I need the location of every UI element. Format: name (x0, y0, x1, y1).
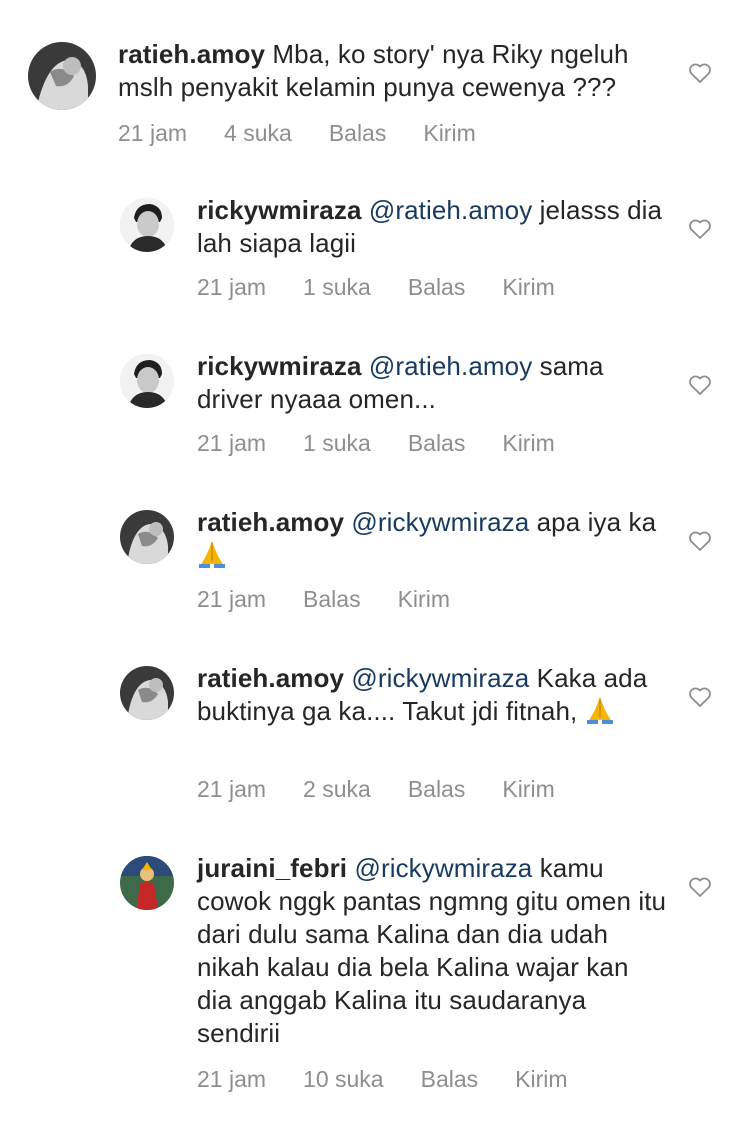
reply-item: rickywmiraza @ratieh.amoy sama driver ny… (0, 351, 750, 464)
avatar[interactable] (120, 510, 174, 564)
comment-username[interactable]: rickywmiraza (197, 351, 362, 381)
comment-mention[interactable]: @rickywmiraza (354, 853, 532, 883)
comment-meta: 21 jam 1 suka Balas Kirim (197, 430, 555, 457)
comment-username[interactable]: ratieh.amoy (197, 663, 344, 693)
comment-body: ratieh.amoy @rickywmiraza apa iya ka (197, 506, 667, 572)
reply-button[interactable]: Balas (421, 1066, 479, 1093)
comment-username[interactable]: ratieh.amoy (118, 39, 265, 69)
reply-button[interactable]: Balas (408, 274, 466, 301)
avatar-image (28, 42, 96, 110)
comment-meta: 21 jam 1 suka Balas Kirim (197, 274, 555, 301)
avatar[interactable] (120, 666, 174, 720)
comment-meta: 21 jam 10 suka Balas Kirim (197, 1066, 568, 1093)
heart-outline-icon[interactable] (688, 374, 712, 396)
heart-outline-icon[interactable] (688, 686, 712, 708)
avatar[interactable] (120, 856, 174, 910)
heart-outline-icon[interactable] (688, 530, 712, 552)
reply-button[interactable]: Balas (408, 776, 466, 803)
comment-username[interactable]: rickywmiraza (197, 195, 362, 225)
comment-time: 21 jam (197, 430, 267, 456)
heart-outline-icon[interactable] (688, 876, 712, 898)
comment-body: rickywmiraza @ratieh.amoy sama driver ny… (197, 350, 667, 416)
comment-username[interactable]: juraini_febri (197, 853, 347, 883)
heart-outline-icon[interactable] (688, 62, 712, 84)
comment-likes[interactable]: 2 suka (303, 776, 371, 803)
reply-button[interactable]: Balas (303, 586, 361, 613)
comment-body: rickywmiraza @ratieh.amoy jelasss dia la… (197, 194, 667, 260)
send-button[interactable]: Kirim (502, 430, 554, 457)
comment-meta: 21 jam 4 suka Balas Kirim (118, 120, 476, 147)
folded-hands-emoji (585, 696, 615, 724)
reply-item: rickywmiraza @ratieh.amoy jelasss dia la… (0, 195, 750, 308)
send-button[interactable]: Kirim (502, 274, 554, 301)
avatar-image (120, 510, 174, 564)
heart-outline-icon[interactable] (688, 218, 712, 240)
comment-meta: 21 jam 2 suka Balas Kirim (197, 776, 555, 803)
comment-mention[interactable]: @rickywmiraza (351, 507, 529, 537)
avatar[interactable] (28, 42, 96, 110)
comment-meta: 21 jam Balas Kirim (197, 586, 450, 613)
reply-item: juraini_febri @rickywmiraza kamu cowok n… (0, 853, 750, 1106)
comment-text: apa iya ka (536, 507, 657, 537)
avatar-image (120, 198, 174, 252)
avatar-image (120, 666, 174, 720)
avatar-image (120, 856, 174, 910)
reply-button[interactable]: Balas (329, 120, 387, 147)
comment-likes[interactable]: 10 suka (303, 1066, 384, 1093)
comment-body: juraini_febri @rickywmiraza kamu cowok n… (197, 852, 667, 1050)
comment-time: 21 jam (197, 1066, 267, 1092)
send-button[interactable]: Kirim (515, 1066, 567, 1093)
comment-item: ratieh.amoy Mba, ko story' nya Riky ngel… (0, 39, 750, 152)
comment-mention[interactable]: @rickywmiraza (351, 663, 529, 693)
reply-item: ratieh.amoy @rickywmiraza Kaka ada bukti… (0, 663, 750, 806)
comment-body: ratieh.amoy Mba, ko story' nya Riky ngel… (118, 38, 670, 104)
folded-hands-emoji (197, 540, 227, 568)
avatar[interactable] (120, 354, 174, 408)
comment-time: 21 jam (118, 120, 188, 146)
reply-button[interactable]: Balas (408, 430, 466, 457)
comment-likes[interactable]: 1 suka (303, 274, 371, 301)
send-button[interactable]: Kirim (423, 120, 475, 147)
comment-likes[interactable]: 1 suka (303, 430, 371, 457)
avatar[interactable] (120, 198, 174, 252)
comment-time: 21 jam (197, 586, 267, 612)
comment-mention[interactable]: @ratieh.amoy (369, 351, 532, 381)
reply-item: ratieh.amoy @rickywmiraza apa iya ka 21 … (0, 507, 750, 620)
comment-mention[interactable]: @ratieh.amoy (369, 195, 532, 225)
comment-time: 21 jam (197, 274, 267, 300)
avatar-image (120, 354, 174, 408)
comment-time: 21 jam (197, 776, 267, 802)
comment-likes[interactable]: 4 suka (224, 120, 292, 147)
send-button[interactable]: Kirim (398, 586, 450, 613)
send-button[interactable]: Kirim (502, 776, 554, 803)
comment-body: ratieh.amoy @rickywmiraza Kaka ada bukti… (197, 662, 667, 728)
comment-username[interactable]: ratieh.amoy (197, 507, 344, 537)
